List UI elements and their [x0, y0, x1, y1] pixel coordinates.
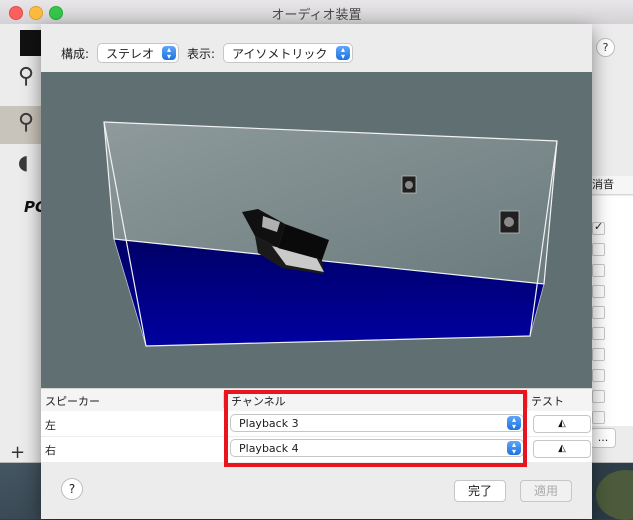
- mute-column-header: 消音: [590, 176, 633, 195]
- speaker-configuration-sheet: 構成: ステレオ ▴ ▾ 表示: アイソメトリック ▴ ▾ スピーカー チャンネ…: [41, 24, 592, 519]
- device-logo-icon: [20, 30, 42, 56]
- view-popup[interactable]: アイソメトリック ▴ ▾: [223, 43, 353, 63]
- test-column-header: テスト: [531, 395, 564, 408]
- popup-stepper-icon: ▴ ▾: [162, 46, 176, 61]
- apply-button[interactable]: 適用: [520, 480, 572, 502]
- speaker-layout-view[interactable]: [41, 72, 592, 388]
- mute-checkbox[interactable]: [592, 327, 605, 340]
- test-right-button[interactable]: ◭: [533, 440, 591, 458]
- channel-highlight-box: [224, 390, 527, 467]
- device-list: [0, 24, 42, 462]
- done-button[interactable]: 完了: [454, 480, 506, 502]
- speaker-left-icon[interactable]: [401, 175, 417, 194]
- speaker-device-icon[interactable]: ◖: [18, 152, 29, 172]
- column-divider: [527, 392, 528, 408]
- speaker-right-icon[interactable]: [499, 210, 520, 234]
- help-button-main[interactable]: ?: [596, 38, 615, 57]
- help-button-sheet[interactable]: ?: [61, 478, 83, 500]
- usb-icon-selected[interactable]: ⚲: [18, 112, 34, 134]
- config-value: ステレオ: [106, 47, 155, 61]
- configure-speakers-button[interactable]: ...: [590, 428, 616, 448]
- mute-checkbox[interactable]: [592, 243, 605, 256]
- view-value: アイソメトリック: [232, 47, 328, 61]
- title-bar: オーディオ装置: [0, 0, 633, 25]
- mute-checkbox[interactable]: [592, 369, 605, 382]
- popup-stepper-icon: ▴ ▾: [336, 46, 350, 61]
- mute-checkbox[interactable]: [592, 306, 605, 319]
- window-title: オーディオ装置: [271, 8, 362, 23]
- test-left-button[interactable]: ◭: [533, 415, 591, 433]
- mute-checkbox[interactable]: [592, 285, 605, 298]
- speaker-sound-icon: ◭: [558, 418, 566, 429]
- speaker-left-label: 左: [45, 419, 56, 432]
- mute-checkbox[interactable]: [592, 411, 605, 424]
- config-label: 構成:: [61, 47, 90, 61]
- view-label: 表示:: [187, 47, 216, 61]
- speaker-column-header: スピーカー: [45, 395, 100, 408]
- mute-checkbox[interactable]: [592, 220, 605, 235]
- add-device-button[interactable]: +: [10, 442, 25, 463]
- config-popup[interactable]: ステレオ ▴ ▾: [97, 43, 179, 63]
- mute-checkbox[interactable]: [592, 390, 605, 403]
- mute-checkbox[interactable]: [592, 264, 605, 277]
- mute-checkbox[interactable]: [592, 348, 605, 361]
- speaker-right-label: 右: [45, 444, 56, 457]
- speaker-sound-icon: ◭: [558, 443, 566, 454]
- usb-icon[interactable]: ⚲: [18, 66, 34, 88]
